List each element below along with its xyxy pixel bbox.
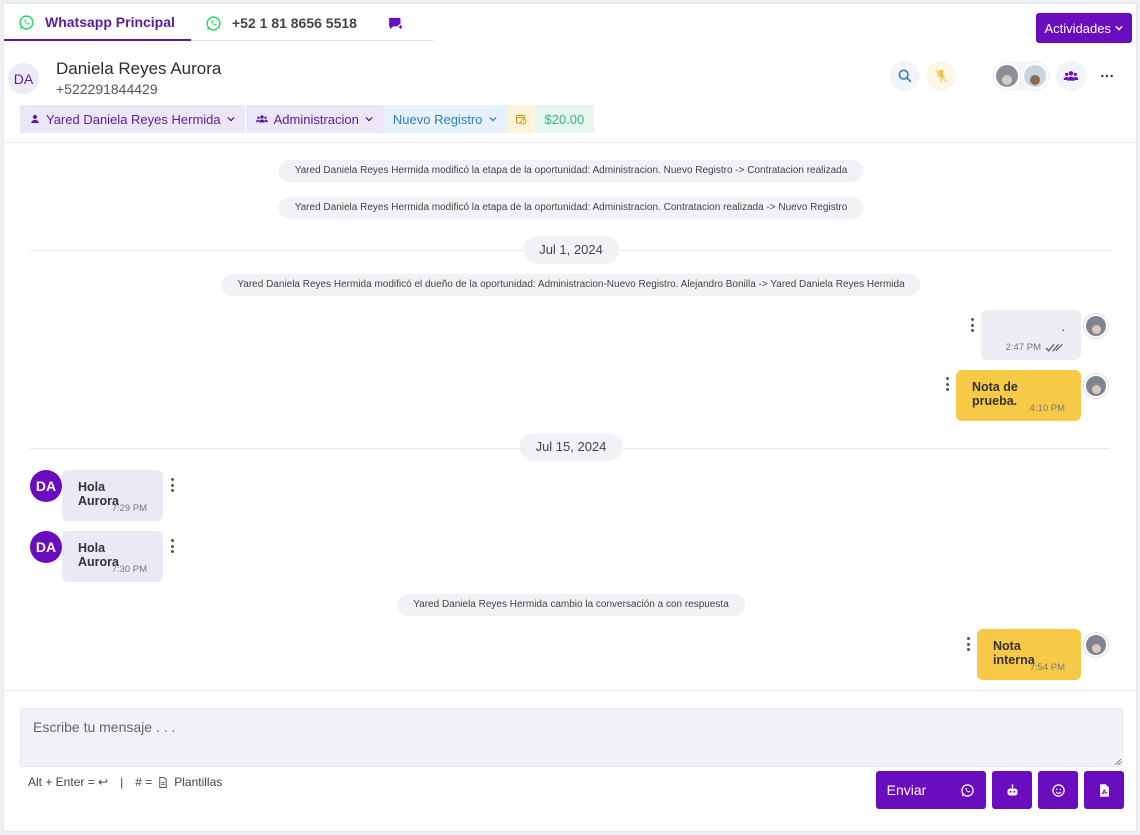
owner-label: Yared Daniela Reyes Hermida bbox=[46, 111, 221, 127]
send-shortcut-hint: Alt + Enter = ↩ bbox=[28, 775, 109, 789]
tab-whatsapp-secondary[interactable]: +52 1 81 8656 5518 bbox=[191, 5, 418, 41]
contact-avatar-small: DA bbox=[30, 531, 62, 563]
internal-note: Nota interna 7:54 PM bbox=[977, 629, 1081, 680]
agent-avatar bbox=[1084, 633, 1108, 657]
templates-link[interactable]: Plantillas bbox=[174, 775, 222, 789]
agents-group[interactable] bbox=[992, 61, 1050, 91]
chevron-down-icon bbox=[226, 116, 235, 122]
tab-label: Whatsapp Principal bbox=[45, 14, 175, 30]
activity-log: Yared Daniela Reyes Hermida modificó el … bbox=[221, 274, 921, 296]
activity-log: Yared Daniela Reyes Hermida modificó la … bbox=[278, 197, 864, 219]
date-chip: Jul 1, 2024 bbox=[523, 236, 619, 264]
owner-dropdown[interactable]: Yared Daniela Reyes Hermida bbox=[20, 105, 245, 133]
contact-avatar-small: DA bbox=[30, 470, 62, 502]
stage-label: Nuevo Registro bbox=[392, 111, 483, 127]
chevron-down-icon bbox=[365, 116, 373, 122]
message-options-icon[interactable] bbox=[169, 478, 175, 492]
contact-name: Daniela Reyes Aurora bbox=[56, 59, 222, 78]
file-icon bbox=[159, 776, 167, 788]
due-date-button[interactable] bbox=[506, 105, 535, 133]
users-icon bbox=[1063, 71, 1079, 81]
resize-grip-icon[interactable] bbox=[1114, 758, 1122, 766]
bot-button[interactable] bbox=[992, 771, 1032, 809]
activity-log: Yared Daniela Reyes Hermida cambio la co… bbox=[397, 594, 745, 616]
attach-file-button[interactable] bbox=[1084, 771, 1124, 809]
user-icon bbox=[31, 114, 39, 124]
participants-button[interactable] bbox=[1056, 61, 1086, 91]
agent-avatar bbox=[1022, 63, 1048, 89]
send-button[interactable]: Enviar bbox=[876, 771, 986, 809]
message-time-row: 2:47 PM bbox=[1006, 342, 1065, 353]
composer-hints: Alt + Enter = ↩ | # = Plantillas bbox=[28, 775, 222, 789]
date-chip: Jul 15, 2024 bbox=[519, 433, 623, 461]
message-time: 7:30 PM bbox=[111, 564, 147, 575]
message-options-icon[interactable] bbox=[169, 539, 175, 553]
templates-hint-prefix: # = bbox=[135, 775, 153, 789]
pipeline-dropdown[interactable]: Administracion bbox=[244, 105, 383, 133]
message-time: 4:10 PM bbox=[1029, 403, 1065, 414]
message-time: 7:54 PM bbox=[1029, 662, 1065, 673]
conversation-panel[interactable]: Yared Daniela Reyes Hermida modificó la … bbox=[4, 143, 1136, 691]
opportunity-pills: Yared Daniela Reyes Hermida Administraci… bbox=[20, 105, 595, 133]
chevron-down-icon bbox=[488, 116, 497, 122]
whatsapp-icon bbox=[19, 14, 34, 30]
agent-avatar bbox=[994, 63, 1020, 89]
robot-icon bbox=[1007, 784, 1017, 795]
double-check-icon bbox=[1045, 343, 1063, 352]
message-input[interactable] bbox=[20, 708, 1123, 767]
message-text: . bbox=[1061, 320, 1065, 334]
outgoing-message: . 2:47 PM bbox=[981, 310, 1081, 360]
users-icon bbox=[255, 115, 268, 123]
incoming-message: Hola Aurora 7:29 PM bbox=[62, 470, 163, 521]
activity-log: Yared Daniela Reyes Hermida modificó la … bbox=[278, 160, 864, 182]
file-pdf-icon bbox=[1099, 783, 1109, 797]
actividades-button[interactable]: Actividades bbox=[1035, 13, 1132, 43]
amount-badge[interactable]: $20.00 bbox=[534, 105, 595, 133]
pipeline-label: Administracion bbox=[273, 111, 359, 127]
message-time: 2:47 PM bbox=[1005, 342, 1041, 353]
hint-separator: | bbox=[120, 775, 124, 789]
search-button[interactable] bbox=[890, 61, 920, 91]
actividades-label: Actividades bbox=[1044, 20, 1111, 36]
incoming-message: Hola Aurora 7:30 PM bbox=[62, 531, 163, 582]
more-options-button[interactable] bbox=[1092, 61, 1122, 91]
smile-icon bbox=[1051, 783, 1065, 797]
thumbtack-slash-icon bbox=[935, 70, 947, 82]
stage-dropdown[interactable]: Nuevo Registro bbox=[382, 105, 507, 133]
tab-label: +52 1 81 8656 5518 bbox=[232, 15, 357, 31]
new-chat-icon[interactable] bbox=[387, 15, 404, 32]
internal-note: Nota de prueba. 4:10 PM bbox=[956, 370, 1081, 421]
chevron-down-icon bbox=[1115, 25, 1123, 31]
contact-phone: +522291844429 bbox=[56, 81, 158, 97]
channel-tabs: Whatsapp Principal +52 1 81 8656 5518 bbox=[4, 5, 434, 41]
message-time: 7:29 PM bbox=[111, 503, 147, 514]
message-options-icon[interactable] bbox=[965, 637, 971, 651]
whatsapp-icon bbox=[961, 783, 975, 797]
header-actions bbox=[884, 61, 1122, 91]
emoji-button[interactable] bbox=[1038, 771, 1078, 809]
message-options-icon[interactable] bbox=[969, 318, 975, 332]
agent-avatar bbox=[1084, 314, 1108, 338]
composer-actions: Enviar bbox=[876, 771, 1124, 809]
contact-avatar: DA bbox=[8, 63, 39, 94]
message-options-icon[interactable] bbox=[944, 377, 950, 391]
send-label: Enviar bbox=[886, 782, 927, 798]
calendar-clock-icon bbox=[515, 114, 526, 125]
tab-whatsapp-principal[interactable]: Whatsapp Principal bbox=[4, 5, 191, 41]
ellipsis-icon bbox=[1101, 74, 1113, 78]
search-icon bbox=[898, 69, 912, 83]
agent-avatar bbox=[1084, 374, 1108, 398]
composer-divider bbox=[4, 690, 1136, 691]
whatsapp-icon bbox=[206, 15, 221, 31]
unpin-button[interactable] bbox=[926, 61, 956, 91]
